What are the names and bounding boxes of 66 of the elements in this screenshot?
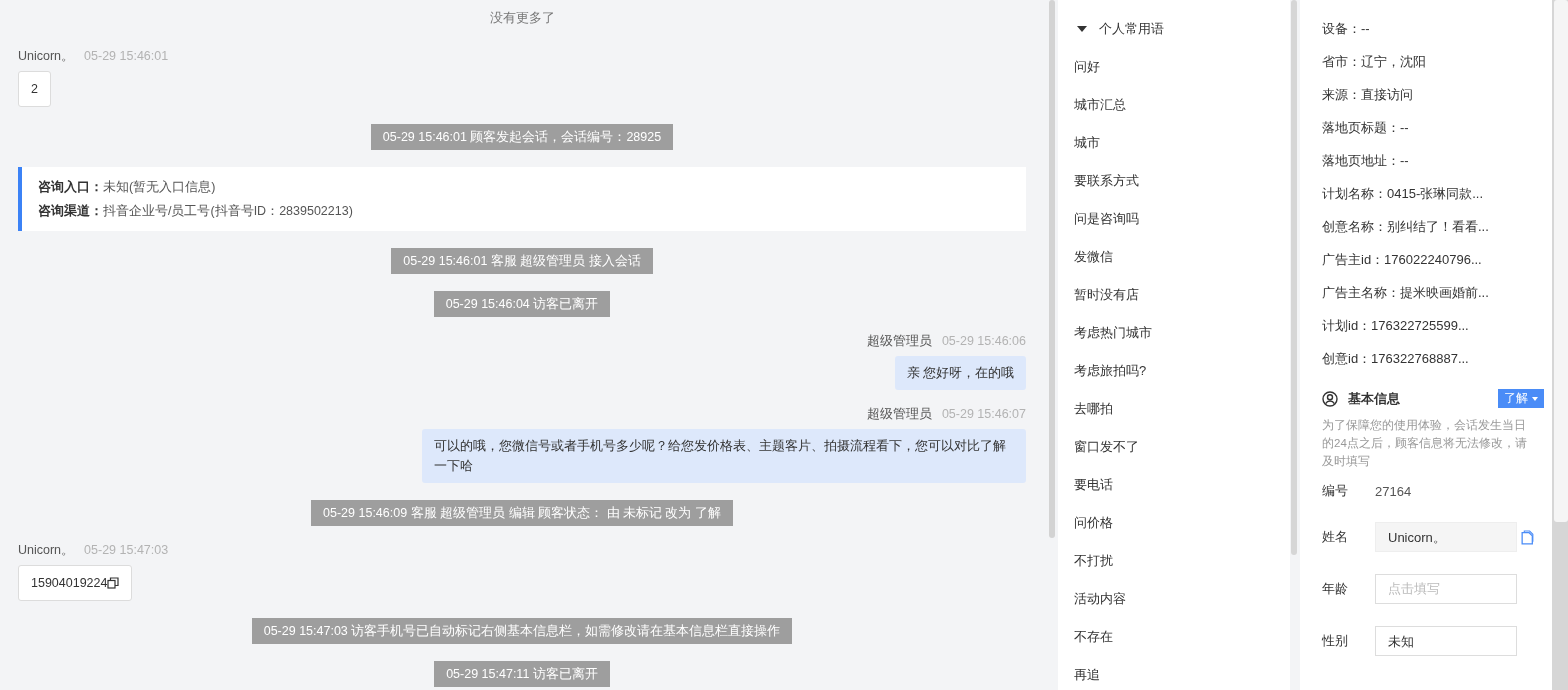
phrase-item[interactable]: 发微信 — [1074, 246, 1290, 284]
scrollbar-thumb[interactable] — [1554, 0, 1568, 522]
system-notice: 05-29 15:46:01 客服 超级管理员 接入会话 — [391, 248, 653, 274]
phrase-item[interactable]: 去哪拍 — [1074, 398, 1290, 436]
phrase-item[interactable]: 城市汇总 — [1074, 94, 1290, 132]
phrase-item[interactable]: 不打扰 — [1074, 550, 1290, 588]
phrase-item[interactable]: 问价格 — [1074, 512, 1290, 550]
phrase-item[interactable]: 窗口发不了 — [1074, 436, 1290, 474]
scrollbar-thumb[interactable] — [1049, 0, 1055, 538]
caret-icon — [1532, 396, 1538, 401]
phrase-item[interactable]: 考虑热门城市 — [1074, 322, 1290, 360]
phrase-item[interactable]: 考虑旅拍吗? — [1074, 360, 1290, 398]
entry-info-line: 咨询渠道：抖音企业号/员工号(抖音号ID：2839502213) — [38, 203, 354, 220]
entry-info-line: 咨询入口：未知(暂无入口信息) — [38, 179, 217, 196]
phrase-group-header[interactable]: 个人常用语 — [1074, 18, 1290, 40]
phrase-item[interactable]: 要联系方式 — [1074, 170, 1290, 208]
field-label: 姓名 — [1322, 528, 1349, 546]
phrase-item[interactable]: 暂时没有店 — [1074, 284, 1290, 322]
visitor-detail: 设备：-- — [1322, 20, 1371, 38]
sender-name: Unicorn。 — [18, 543, 75, 558]
system-notice: 05-29 15:46:04 访客已离开 — [433, 291, 611, 317]
section-title: 基本信息 — [1348, 389, 1401, 408]
phrase-item[interactable]: 要电话 — [1074, 474, 1290, 512]
load-more-text[interactable]: 没有更多了 — [489, 9, 555, 27]
phrase-item[interactable]: 问是咨询吗 — [1074, 208, 1290, 246]
copy-icon[interactable] — [107, 577, 120, 589]
visitor-detail: 计划名称：0415-张琳同款... — [1322, 185, 1485, 203]
phrase-item[interactable]: 城市 — [1074, 132, 1290, 170]
visitor-detail: 广告主名称：提米映画婚前... — [1322, 284, 1490, 302]
visitor-detail: 落地页地址：-- — [1322, 152, 1410, 170]
message-bubble: 亲 您好呀，在的哦 — [894, 356, 1026, 390]
system-notice: 05-29 15:47:03 访客手机号已自动标记右侧基本信息栏，如需修改请在基本信息栏直接操作 — [251, 618, 793, 644]
name-field: Unicorn。 — [1375, 522, 1517, 552]
age-field[interactable]: 点击填写 — [1375, 574, 1517, 604]
visitor-detail: 创意名称：别纠结了！看看... — [1322, 218, 1490, 236]
message-time: 05-29 15:46:07 — [941, 407, 1026, 422]
scrollbar-thumb[interactable] — [1291, 0, 1297, 555]
field-value: 27164 — [1375, 483, 1412, 499]
message-time: 05-29 15:46:06 — [941, 334, 1026, 349]
sender-name: 超级管理员 — [866, 334, 932, 349]
visitor-detail: 创意id：176322768887... — [1322, 350, 1470, 368]
visitor-detail: 落地页标题：-- — [1322, 119, 1410, 137]
message-bubble: 2 — [18, 71, 51, 107]
gender-select[interactable]: 未知 — [1375, 626, 1517, 656]
sender-name: Unicorn。 — [18, 49, 75, 64]
message-text: 15904019224 — [31, 575, 108, 592]
phrase-item[interactable]: 问好 — [1074, 56, 1290, 94]
visitor-detail: 省市：辽宁，沈阳 — [1322, 53, 1427, 71]
system-notice: 05-29 15:46:09 客服 超级管理员 编辑 顾客状态： 由 未标记 改为 了解 — [311, 500, 733, 526]
phrase-item[interactable]: 不存在 — [1074, 626, 1290, 664]
visitor-detail: 来源：直接访问 — [1322, 86, 1414, 104]
phrase-item[interactable]: 活动内容 — [1074, 588, 1290, 626]
field-label: 性别 — [1322, 632, 1349, 650]
sender-name: 超级管理员 — [866, 407, 932, 422]
message-bubble: 可以的哦，您微信号或者手机号多少呢？给您发价格表、主题客片、拍摄流程看下，您可以对比了解一下哈 — [422, 429, 1026, 483]
system-notice: 05-29 15:47:11 访客已离开 — [434, 661, 610, 687]
visitor-detail: 计划id：176322725599... — [1322, 317, 1470, 335]
notice-text: 为了保障您的使用体验，会话发生当日的24点之后，顾客信息将无法修改，请及时填写 — [1322, 418, 1528, 469]
visitor-detail: 广告主id：176022240796... — [1322, 251, 1483, 269]
field-label: 年龄 — [1322, 580, 1349, 598]
field-label: 编号 — [1322, 482, 1349, 500]
message-time: 05-29 15:46:01 — [84, 49, 169, 64]
phrase-item[interactable]: 再追 — [1074, 664, 1290, 690]
user-circle-icon — [1322, 390, 1338, 407]
system-notice: 05-29 15:46:01 顾客发起会话，会话编号：28925 — [370, 124, 674, 150]
message-time: 05-29 15:47:03 — [84, 543, 169, 558]
